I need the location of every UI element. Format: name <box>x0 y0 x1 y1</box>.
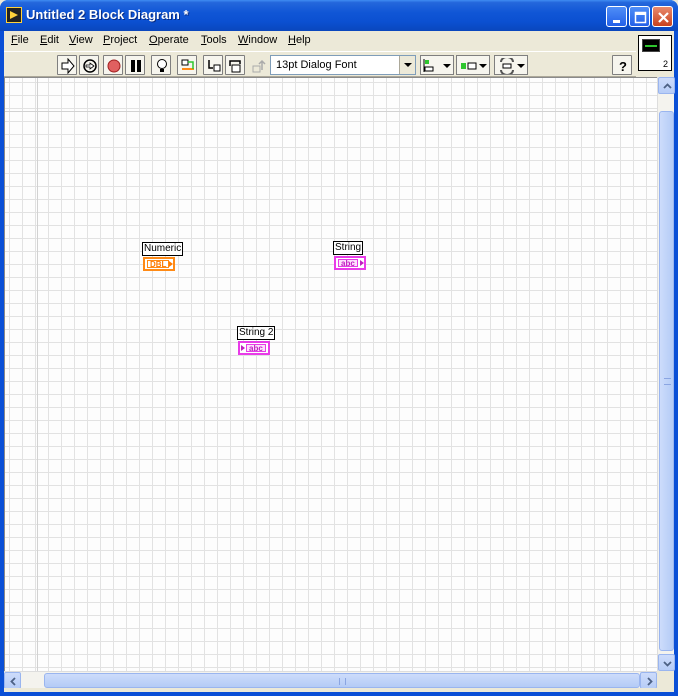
scroll-right-button[interactable] <box>640 672 657 689</box>
chevron-down-icon <box>399 56 415 74</box>
input-arrow-icon <box>241 345 245 351</box>
abort-button[interactable] <box>103 55 123 75</box>
step-into-icon <box>208 60 221 72</box>
step-out-icon <box>252 59 266 73</box>
vi-number: 2 <box>662 59 668 69</box>
distribute-objects-icon <box>461 62 487 70</box>
retain-wire-values-button[interactable] <box>177 55 197 75</box>
origin-guide-vertical <box>37 78 38 671</box>
reorder-button[interactable] <box>494 55 528 75</box>
minimize-icon <box>613 20 620 23</box>
close-icon <box>658 12 669 23</box>
abort-stop-icon <box>107 59 121 73</box>
run-continuously-icon <box>83 59 97 73</box>
labview-vi-icon[interactable] <box>6 7 22 23</box>
window-client: File Edit View Project Operate Tools Win… <box>4 31 675 692</box>
scroll-down-button[interactable] <box>658 654 675 671</box>
grip-icon <box>664 378 671 385</box>
block-diagram-canvas[interactable]: Numeric DBL String abc String 2 abc <box>4 77 657 671</box>
chevron-up-icon <box>663 83 672 89</box>
align-objects-button[interactable] <box>420 55 454 75</box>
maximize-icon <box>634 11 647 24</box>
window-title: Untitled 2 Block Diagram * <box>26 7 189 22</box>
vertical-scrollbar[interactable] <box>657 77 675 671</box>
menu-file[interactable]: File <box>11 34 29 46</box>
vertical-scroll-thumb[interactable] <box>659 111 674 651</box>
align-objects-icon <box>423 59 451 72</box>
chevron-right-icon <box>647 677 653 686</box>
maximize-button[interactable] <box>629 6 650 27</box>
scroll-up-button[interactable] <box>658 77 675 94</box>
pause-button[interactable] <box>125 55 145 75</box>
run-arrow-icon <box>61 58 75 74</box>
step-over-icon <box>229 60 241 73</box>
string-terminal[interactable]: abc <box>334 256 366 270</box>
output-arrow-icon <box>360 260 364 266</box>
highlight-execution-button[interactable] <box>151 55 171 75</box>
run-continuously-button[interactable] <box>79 55 99 75</box>
numeric-terminal[interactable]: DBL <box>143 257 175 271</box>
scrollbar-corner <box>657 671 674 688</box>
lightbulb-icon <box>157 59 167 72</box>
numeric-terminal-type: DBL <box>147 260 170 269</box>
string2-label[interactable]: String 2 <box>237 326 276 340</box>
step-over-button[interactable] <box>225 55 245 75</box>
help-question-icon: ? <box>619 59 627 74</box>
toolbar: 13pt Dialog Font ? <box>4 51 636 77</box>
title-bar[interactable]: Untitled 2 Block Diagram * <box>0 0 678 31</box>
chevron-left-icon <box>10 677 16 686</box>
window-frame: Untitled 2 Block Diagram * File Edit Vie… <box>0 0 678 696</box>
output-arrow-icon <box>169 261 173 267</box>
minimize-button[interactable] <box>606 6 627 27</box>
vi-screen-icon <box>642 39 660 52</box>
horizontal-scroll-thumb[interactable] <box>44 673 640 688</box>
menu-tools[interactable]: Tools <box>201 34 227 46</box>
context-help-button[interactable]: ? <box>612 55 632 75</box>
numeric-label[interactable]: Numeric <box>142 242 184 256</box>
string-label[interactable]: String <box>333 241 364 255</box>
pause-icon <box>131 60 141 72</box>
probe-icon <box>181 59 194 70</box>
window-bottom-edge <box>4 688 674 692</box>
string2-terminal-type: abc <box>246 344 266 353</box>
scroll-left-button[interactable] <box>4 672 21 689</box>
menu-project[interactable]: Project <box>103 34 137 46</box>
horizontal-scrollbar[interactable] <box>4 671 657 689</box>
step-out-button[interactable] <box>247 55 267 75</box>
menu-help[interactable]: Help <box>288 34 311 46</box>
menu-window[interactable]: Window <box>238 34 277 46</box>
vi-connector-icon[interactable]: 2 <box>638 35 672 71</box>
origin-guide-horizontal <box>5 111 657 112</box>
grip-icon <box>339 678 346 685</box>
string-terminal-type: abc <box>338 259 358 268</box>
menu-edit[interactable]: Edit <box>40 34 59 46</box>
svg-text:?: ? <box>619 59 627 74</box>
reorder-icon <box>500 58 525 74</box>
menu-bar: File Edit View Project Operate Tools Win… <box>4 31 636 51</box>
font-dropdown[interactable]: 13pt Dialog Font <box>270 55 416 75</box>
menu-view[interactable]: View <box>69 34 93 46</box>
distribute-objects-button[interactable] <box>456 55 490 75</box>
menu-operate[interactable]: Operate <box>149 34 189 46</box>
close-button[interactable] <box>652 6 673 27</box>
font-dropdown-value: 13pt Dialog Font <box>276 59 357 71</box>
run-button[interactable] <box>57 55 77 75</box>
string2-terminal[interactable]: abc <box>238 341 270 355</box>
chevron-down-icon <box>663 661 672 667</box>
step-into-button[interactable] <box>203 55 223 75</box>
